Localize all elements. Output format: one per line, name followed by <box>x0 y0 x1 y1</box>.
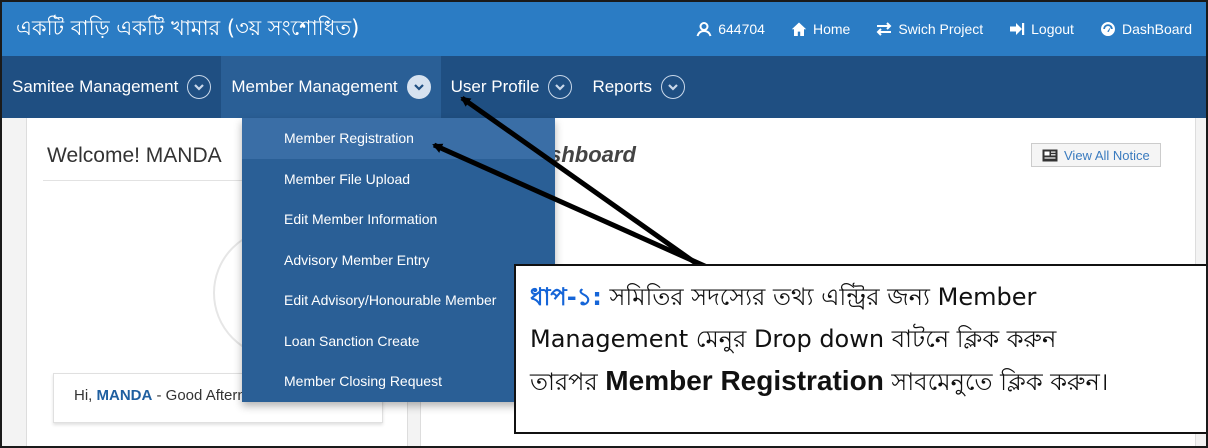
dropdown-item-member-file-upload[interactable]: Member File Upload <box>242 159 555 200</box>
user-id-label: 644704 <box>718 21 765 37</box>
user-id-link[interactable]: 644704 <box>696 21 765 37</box>
switch-project-label: Swich Project <box>898 21 984 37</box>
dashboard-link[interactable]: DashBoard <box>1100 21 1192 37</box>
menu-reports-label: Reports <box>592 77 652 96</box>
home-label: Home <box>812 21 851 37</box>
view-all-notice-label: View All Notice <box>1064 147 1150 163</box>
welcome-heading: Welcome! MANDA <box>47 144 222 167</box>
menu-member-management[interactable]: Member Management <box>221 56 441 118</box>
menu-profile-label: User Profile <box>450 77 540 96</box>
dashboard-icon <box>1100 22 1115 36</box>
logout-icon <box>1010 23 1025 35</box>
home-icon <box>791 22 807 36</box>
chevron-down-icon[interactable] <box>548 75 573 99</box>
newspaper-icon <box>1042 149 1058 161</box>
dropdown-item-edit-member-information[interactable]: Edit Member Information <box>242 199 555 240</box>
top-bar: একটি বাড়ি একটি খামার (৩য় সংশোধিত) 6447… <box>2 2 1206 56</box>
logout-label: Logout <box>1031 21 1074 37</box>
main-menu-bar: Samitee Management Member Management Use… <box>2 56 1206 118</box>
top-nav: 644704 Home Swich Project Logout DashBoa… <box>696 2 1192 56</box>
dropdown-item-member-closing-request[interactable]: Member Closing Request <box>242 361 555 402</box>
chevron-down-icon[interactable] <box>406 75 431 99</box>
logout-link[interactable]: Logout <box>1009 21 1074 37</box>
swap-icon <box>876 22 892 36</box>
dropdown-item-member-registration[interactable]: Member Registration <box>242 118 555 159</box>
dropdown-item-loan-sanction-create[interactable]: Loan Sanction Create <box>242 321 555 362</box>
step-label: ধাপ-১: <box>530 283 602 311</box>
callout-line-1: ধাপ-১: সমিতির সদস্যের তথ্য এন্ট্রির জন্য… <box>530 276 1206 318</box>
menu-user-profile[interactable]: User Profile <box>441 56 583 118</box>
chevron-down-icon[interactable] <box>187 75 212 99</box>
greeting-prefix: Hi, <box>74 387 93 404</box>
greeting-name: MANDA <box>96 387 153 404</box>
callout-text-3a: তারপর <box>530 368 606 396</box>
callout-highlight: Member Registration <box>605 365 884 396</box>
callout-text-3b: সাবমেনুতে ক্লিক করুন। <box>883 368 1109 396</box>
menu-member-label: Member Management <box>231 77 398 96</box>
callout-line-3: তারপর Member Registration সাবমেনুতে ক্লি… <box>530 360 1206 403</box>
member-management-dropdown: Member Registration Member File Upload E… <box>242 118 555 402</box>
user-icon <box>696 22 712 37</box>
instruction-callout: ধাপ-১: সমিতির সদস্যের তথ্য এন্ট্রির জন্য… <box>514 264 1206 434</box>
menu-samitee-label: Samitee Management <box>12 77 179 96</box>
screenshot-frame: একটি বাড়ি একটি খামার (৩য় সংশোধিত) 6447… <box>0 0 1208 448</box>
menu-samitee-management[interactable]: Samitee Management <box>2 56 221 118</box>
dropdown-item-advisory-member-entry[interactable]: Advisory Member Entry <box>242 240 555 281</box>
app-title: একটি বাড়ি একটি খামার (৩য় সংশোধিত) <box>16 16 360 40</box>
dropdown-item-edit-advisory-member[interactable]: Edit Advisory/Honourable Member <box>242 280 555 321</box>
switch-project-link[interactable]: Swich Project <box>876 21 983 37</box>
home-link[interactable]: Home <box>791 21 850 37</box>
callout-text-1: সমিতির সদস্যের তথ্য এন্ট্রির জন্য Member <box>601 283 1037 311</box>
menu-reports[interactable]: Reports <box>582 56 695 118</box>
view-all-notice-button[interactable]: View All Notice <box>1031 143 1161 167</box>
dashboard-label: DashBoard <box>1121 21 1192 37</box>
callout-line-2: Management মেনুর Drop down বাটনে ক্লিক ক… <box>530 325 1057 353</box>
chevron-down-icon[interactable] <box>660 75 685 99</box>
